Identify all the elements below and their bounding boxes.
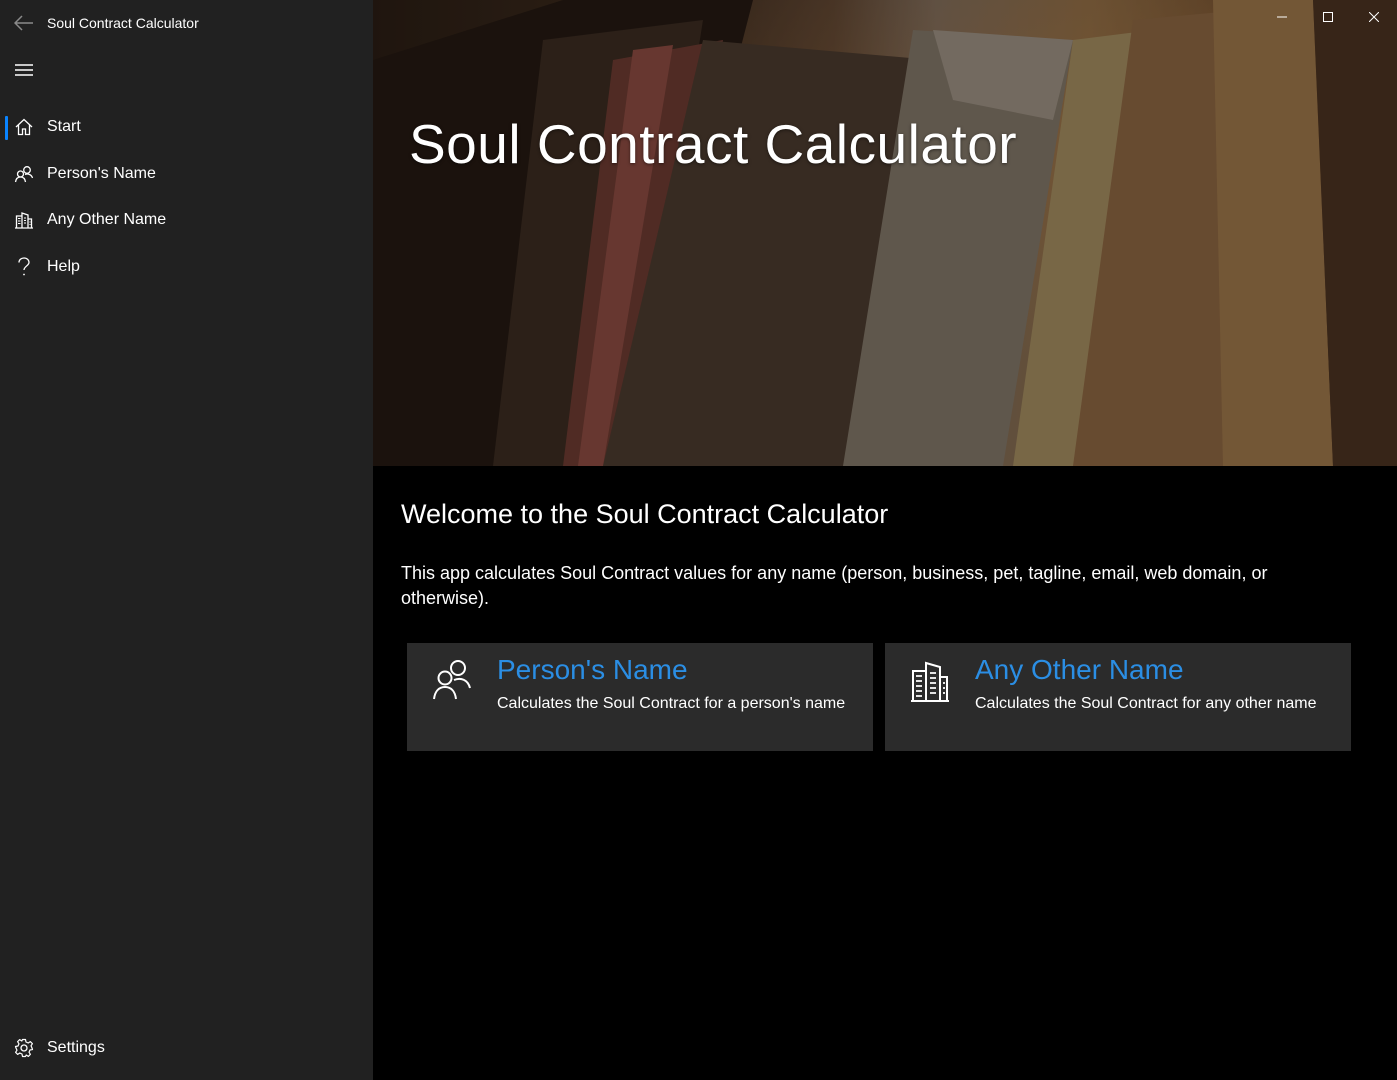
nav-item-any-other-name[interactable]: Any Other Name <box>0 197 373 244</box>
minimize-button[interactable] <box>1259 0 1305 34</box>
selection-indicator <box>5 116 8 140</box>
card-title: Any Other Name <box>975 654 1184 685</box>
nav-item-persons-name[interactable]: Person's Name <box>0 151 373 198</box>
any-other-name-card[interactable]: Any Other Name Calculates the Soul Contr… <box>885 643 1351 751</box>
card-description: Calculates the Soul Contract for any oth… <box>975 695 1317 712</box>
settings-label: Settings <box>47 1039 105 1056</box>
people-icon <box>0 151 47 197</box>
hero-background-image <box>373 0 1397 466</box>
close-button[interactable] <box>1351 0 1397 34</box>
hero-banner: Soul Contract Calculator <box>373 0 1397 466</box>
building-icon <box>0 197 47 243</box>
card-title: Person's Name <box>497 654 688 685</box>
window-controls <box>1259 0 1397 34</box>
nav-list: Start Person's Name Any Other Name Help <box>0 104 373 290</box>
app-title: Soul Contract Calculator <box>47 15 199 31</box>
nav-pane: Soul Contract Calculator Start Person's … <box>0 0 373 1080</box>
people-icon <box>407 643 497 751</box>
question-icon <box>0 244 47 290</box>
main-content: Welcome to the Soul Contract Calculator … <box>373 466 1397 1080</box>
building-icon <box>885 643 975 751</box>
welcome-heading: Welcome to the Soul Contract Calculator <box>401 499 889 529</box>
maximize-button[interactable] <box>1305 0 1351 34</box>
nav-item-label: Help <box>47 257 80 275</box>
maximize-icon <box>1323 12 1333 22</box>
nav-item-start[interactable]: Start <box>0 104 373 151</box>
back-button[interactable] <box>0 0 47 46</box>
nav-item-label: Person's Name <box>47 164 156 182</box>
card-description: Calculates the Soul Contract for a perso… <box>497 695 846 712</box>
persons-name-card[interactable]: Person's Name Calculates the Soul Contra… <box>407 643 873 751</box>
back-arrow-icon <box>13 15 33 31</box>
nav-item-label: Any Other Name <box>47 211 167 229</box>
hamburger-menu-button[interactable] <box>0 48 48 92</box>
nav-item-help[interactable]: Help <box>0 244 373 291</box>
close-icon <box>1369 12 1379 22</box>
minimize-icon <box>1277 16 1287 18</box>
nav-item-settings[interactable]: Settings <box>0 1025 373 1071</box>
nav-item-label: Start <box>47 118 81 136</box>
hamburger-icon <box>15 64 33 76</box>
gear-icon <box>0 1025 47 1071</box>
description-text: This app calculates Soul Contract values… <box>401 563 1268 608</box>
title-bar: Soul Contract Calculator <box>0 0 373 46</box>
hero-title: Soul Contract Calculator <box>409 113 1018 175</box>
